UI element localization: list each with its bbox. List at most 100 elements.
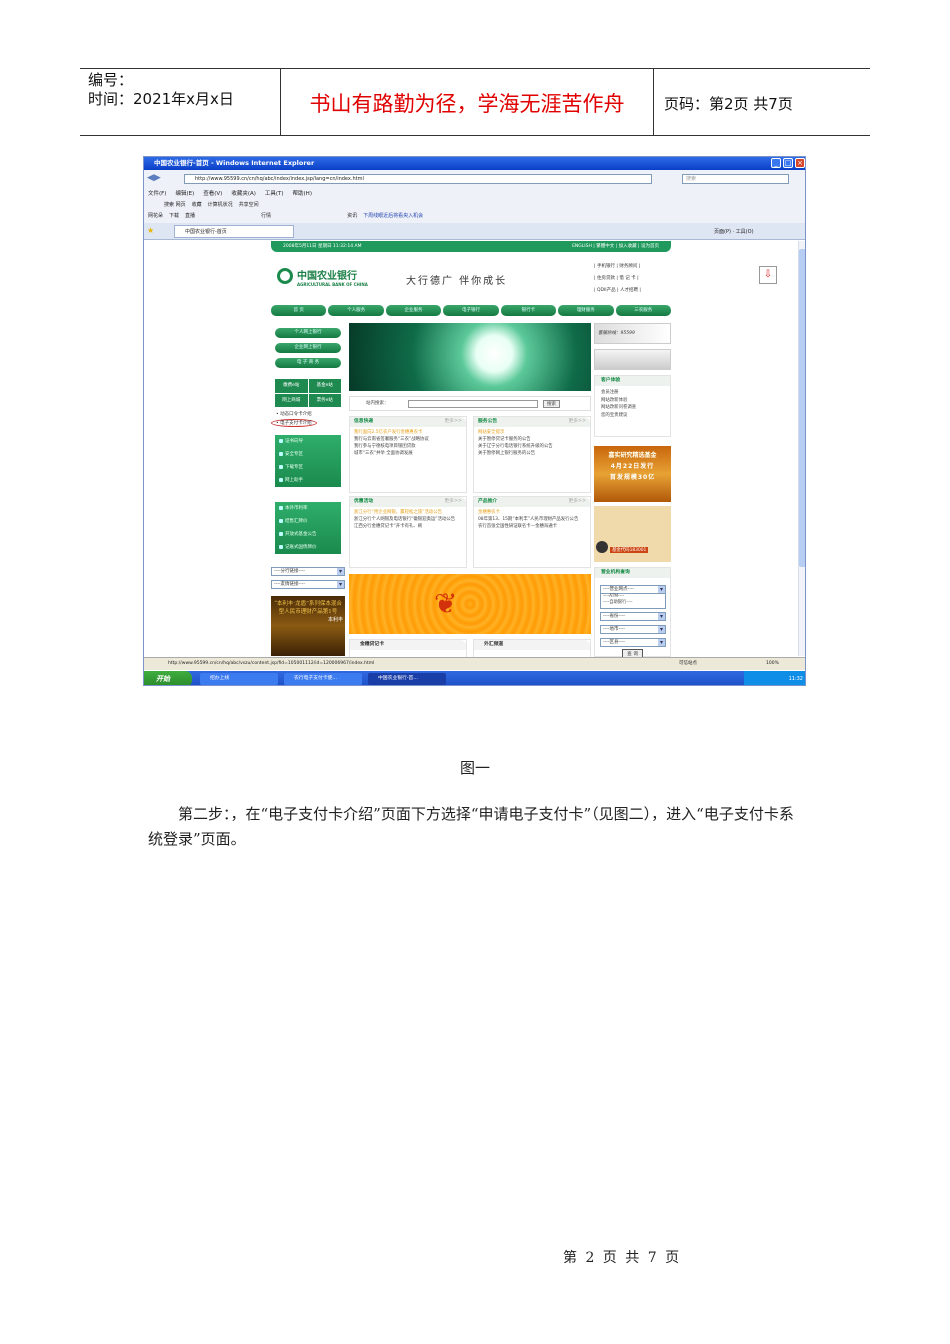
list-item[interactable]: 网站安全提示: [478, 429, 586, 436]
menu-tools[interactable]: 工具(T): [265, 191, 284, 197]
list-item[interactable]: 网站改新体验: [601, 397, 664, 405]
start-button[interactable]: 开始: [144, 671, 192, 685]
close-icon[interactable]: ×: [795, 158, 805, 168]
tab-abc-home[interactable]: 中国农业银行-首页: [174, 225, 294, 238]
scrollbar-thumb[interactable]: [799, 249, 805, 567]
branch-link-select[interactable]: ----分行链接----: [271, 567, 345, 576]
list-item[interactable]: 浙江分行“用企业网银，赢轻松之旅”活动公告: [354, 509, 462, 516]
minimize-icon[interactable]: _: [771, 158, 781, 168]
list-item[interactable]: 关于暂停网上银行服务的公告: [478, 450, 586, 457]
panel-item[interactable]: 结售汇牌价: [275, 515, 341, 528]
nav-wealth[interactable]: 理财服务: [558, 305, 614, 316]
taskbar-item[interactable]: 农行电子支付卡使...: [284, 673, 362, 685]
search-input[interactable]: 搜索: [682, 174, 789, 184]
grid-item[interactable]: 缴费e站: [275, 379, 308, 393]
nav-home[interactable]: 首 页: [271, 305, 327, 316]
site-top-links[interactable]: ENGLISH | 繁體中文 | 加入收藏 | 设为首页: [572, 241, 659, 252]
epay-card-link[interactable]: • 电子支付卡介绍: [271, 419, 317, 427]
more-link[interactable]: 更多>>: [444, 417, 462, 427]
toolbar-favorites[interactable]: 收藏: [192, 202, 202, 208]
toolbar-pc-status[interactable]: 计算机状况: [208, 202, 233, 208]
top-link-row[interactable]: | 手机银行 | 财务顾问 |: [594, 261, 641, 273]
nav-corporate[interactable]: 企业服务: [385, 305, 442, 316]
download-icon[interactable]: ⇩: [759, 266, 777, 284]
grid-item[interactable]: 网上商城: [275, 393, 308, 407]
site-search-button[interactable]: 搜索: [543, 400, 560, 408]
more-link[interactable]: 更多>>: [568, 417, 586, 427]
main-banner[interactable]: [349, 323, 591, 391]
list-item[interactable]: 金穗惠农卡: [478, 509, 586, 516]
list-item[interactable]: 关于暂停贷记卡服务的公告: [478, 436, 586, 443]
panel-item[interactable]: 本外币利率: [275, 502, 341, 515]
fund-ad[interactable]: 嘉实研究精选基金 4月22日发行 首发规模30亿: [594, 446, 671, 502]
tab-tools[interactable]: 页面(P) · 工具(O): [714, 228, 754, 235]
star-icon[interactable]: ★: [147, 226, 154, 235]
nav-card[interactable]: 银行卡: [500, 305, 557, 316]
grid-item[interactable]: 基金e站: [308, 379, 341, 393]
list-item[interactable]: 江西分行金穗贷记卡“开卡有礼、刷: [354, 523, 462, 530]
back-forward-icon[interactable]: ◀▶: [147, 173, 161, 183]
toolbar-search[interactable]: 搜索 网页: [164, 202, 186, 208]
toolbar-item[interactable]: 行情: [261, 213, 271, 219]
zoom-level[interactable]: 100%: [766, 658, 779, 670]
panel-item[interactable]: 开放式基金公告: [275, 528, 341, 541]
nav-rural[interactable]: 三农服务: [615, 305, 671, 316]
list-item[interactable]: 城市“三农”并举 全面协调发展: [354, 450, 462, 457]
list-item[interactable]: 我行参与宁德核电项目银团贷款: [354, 443, 462, 450]
box-title[interactable]: 金穗贷记卡: [360, 642, 384, 647]
list-item[interactable]: 您的宝贵建议: [601, 412, 664, 420]
benlifeng-ad[interactable]: “本利丰·龙盾”系列保本混合型人民币理财产品第1号 本利丰: [271, 596, 345, 656]
top-link-row[interactable]: | 住房贷款 | 借 记 卡 |: [594, 273, 641, 285]
panel-item[interactable]: 下载专区: [275, 461, 341, 474]
menu-favorites[interactable]: 收藏夹(A): [231, 191, 256, 197]
menu-help[interactable]: 帮助(H): [293, 191, 312, 197]
province-select[interactable]: ----省份----: [600, 612, 666, 621]
toolbar-item[interactable]: 资讯: [347, 213, 357, 219]
top-link-row[interactable]: | QDII产品 | 人才招聘 |: [594, 285, 641, 297]
corporate-ebank-button[interactable]: 企业网上银行: [275, 343, 341, 353]
toolbar-share[interactable]: 共享空间: [239, 202, 259, 208]
panel-item[interactable]: 证书向导: [275, 435, 341, 448]
menu-file[interactable]: 文件(F): [148, 191, 166, 197]
menu-view[interactable]: 查看(V): [203, 191, 222, 197]
menu-edit[interactable]: 编辑(E): [175, 191, 194, 197]
toolbar-item[interactable]: 下载: [169, 213, 179, 219]
list-item[interactable]: 08年第13、15期“本利丰”人民币理财产品发行公告: [478, 516, 586, 523]
panel-item[interactable]: 网上助手: [275, 474, 341, 487]
keyboard-banner[interactable]: [594, 349, 671, 370]
list-item[interactable]: 农行首张全国性研证联名卡—金穗海通卡: [478, 523, 586, 530]
site-logo[interactable]: 中国农业银行 AGRICULTURAL BANK OF CHINA: [297, 267, 368, 287]
box-title[interactable]: 外汇频道: [484, 642, 503, 647]
site-search-input[interactable]: [408, 400, 538, 408]
fund-code-ad[interactable]: 基金代码183001: [594, 506, 671, 562]
district-select[interactable]: ----区县----: [600, 638, 666, 647]
dynamic-token-link[interactable]: • 动态口令卡介绍: [276, 411, 312, 417]
more-link[interactable]: 更多>>: [444, 497, 462, 507]
city-select[interactable]: ----地市----: [600, 625, 666, 634]
list-item[interactable]: 关于辽宁分行电话银行系统升级的公告: [478, 443, 586, 450]
list-item[interactable]: 我行与云南省签署服务“三农”战略协议: [354, 436, 462, 443]
grid-item[interactable]: 票务e站: [308, 393, 341, 407]
hotline-banner[interactable]: 客服热线：95599: [594, 323, 671, 344]
list-item[interactable]: 浙江分行个人网银及电话银行“徽银迎奥运”活动公告: [354, 516, 462, 523]
taskbar-item[interactable]: 中国农业银行-首...: [368, 673, 446, 685]
list-item[interactable]: 网站改新问卷调查: [601, 404, 664, 412]
toolbar-news[interactable]: 下周线眼近后将看央入机会: [363, 213, 423, 219]
taskbar-item[interactable]: 招办上线: [200, 673, 278, 685]
nav-ebank[interactable]: 电子银行: [443, 305, 499, 316]
list-item[interactable]: 会员注册: [601, 389, 664, 397]
nav-personal[interactable]: 个人服务: [328, 305, 384, 316]
maximize-icon[interactable]: □: [783, 158, 793, 168]
toolbar-item[interactable]: 直播: [185, 213, 195, 219]
huinong-card-banner[interactable]: [349, 574, 591, 634]
more-link[interactable]: 更多>>: [568, 497, 586, 507]
list-item[interactable]: 我行面向2.5亿农户发行金穗惠农卡: [354, 429, 462, 436]
address-bar[interactable]: http://www.95599.cn/cn/hq/abc/index/inde…: [184, 174, 652, 184]
panel-item[interactable]: 安全专区: [275, 448, 341, 461]
option[interactable]: ----自助银行----: [603, 600, 665, 606]
ecommerce-button[interactable]: 电 子 商 务: [275, 358, 341, 368]
friend-link-select[interactable]: ----友情链接----: [271, 580, 345, 589]
personal-ebank-button[interactable]: 个人网上银行: [275, 328, 341, 338]
panel-item[interactable]: 记账式国债牌价: [275, 541, 341, 554]
outlet-type-list[interactable]: ----ATM---- ----自助银行----: [600, 593, 666, 609]
